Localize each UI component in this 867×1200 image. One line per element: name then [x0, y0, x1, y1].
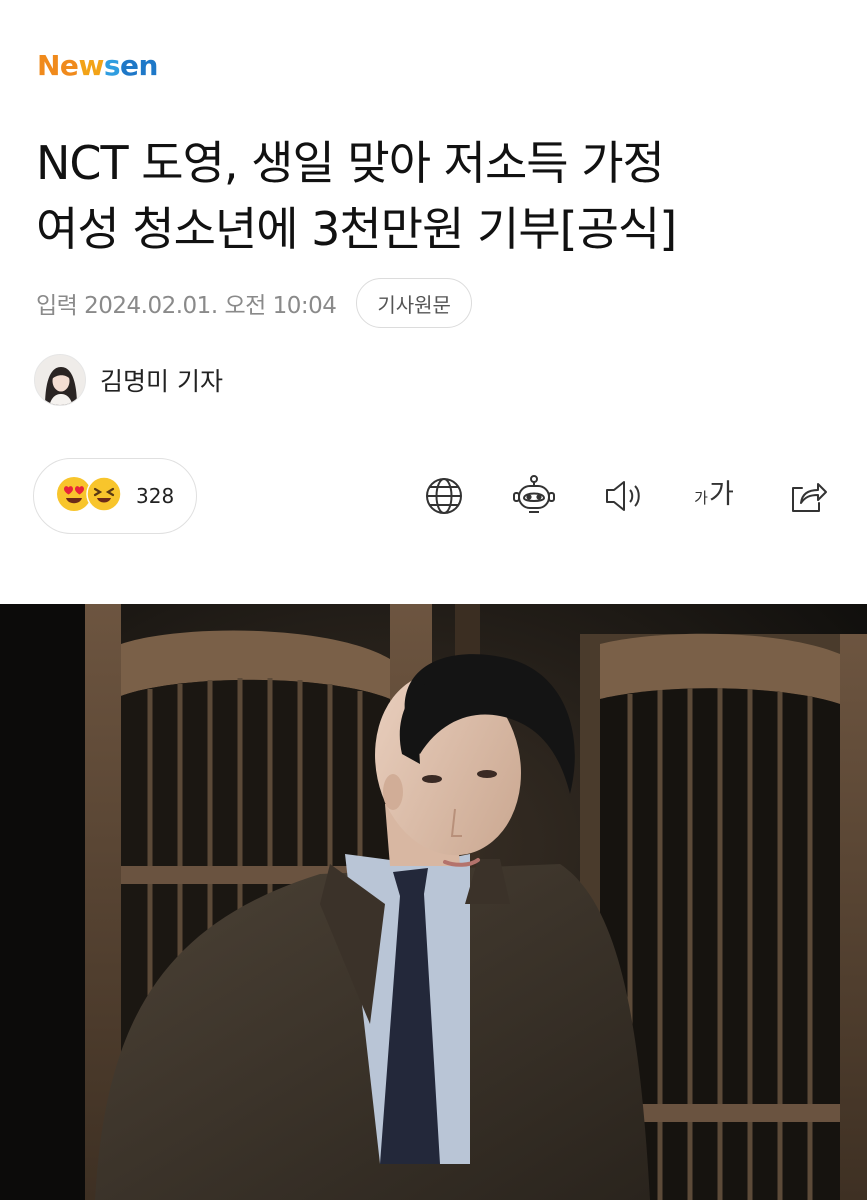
- newsen-logo[interactable]: Newsen: [37, 52, 158, 80]
- logo-part: w: [78, 49, 104, 82]
- logo-part: s: [103, 49, 121, 82]
- reporter-name: 김명미 기자: [100, 367, 223, 396]
- font-small-glyph: 가: [694, 489, 708, 507]
- headline-line: 여성 청소년에 3천만원 기부[공식]: [36, 202, 677, 256]
- article-headline: NCT 도영, 생일 맞아 저소득 가정 여성 청소년에 3천만원 기부[공식]: [36, 130, 836, 262]
- article-meta: 입력 2024.02.01. 오전 10:04 기사원문: [36, 278, 472, 328]
- share-icon[interactable]: [784, 472, 832, 520]
- speaker-icon[interactable]: [600, 472, 648, 520]
- font-size-icon[interactable]: 가가: [686, 472, 742, 520]
- logo-part: Ne: [37, 49, 79, 82]
- logo-part: en: [119, 49, 158, 82]
- reaction-button[interactable]: 328: [33, 458, 197, 534]
- laughing-emoji-icon: [86, 476, 126, 516]
- article-photo: [0, 604, 867, 1200]
- original-article-button[interactable]: 기사원문: [356, 278, 472, 328]
- globe-icon[interactable]: [420, 472, 468, 520]
- font-big-glyph: 가: [708, 479, 734, 510]
- reporter-byline[interactable]: 김명미 기자: [34, 354, 223, 406]
- reaction-count: 328: [136, 484, 175, 508]
- robot-summary-icon[interactable]: [510, 472, 558, 520]
- headline-line: NCT 도영, 생일 맞아 저소득 가정: [36, 136, 665, 190]
- reporter-avatar: [34, 354, 86, 406]
- publish-date: 입력 2024.02.01. 오전 10:04: [36, 293, 337, 319]
